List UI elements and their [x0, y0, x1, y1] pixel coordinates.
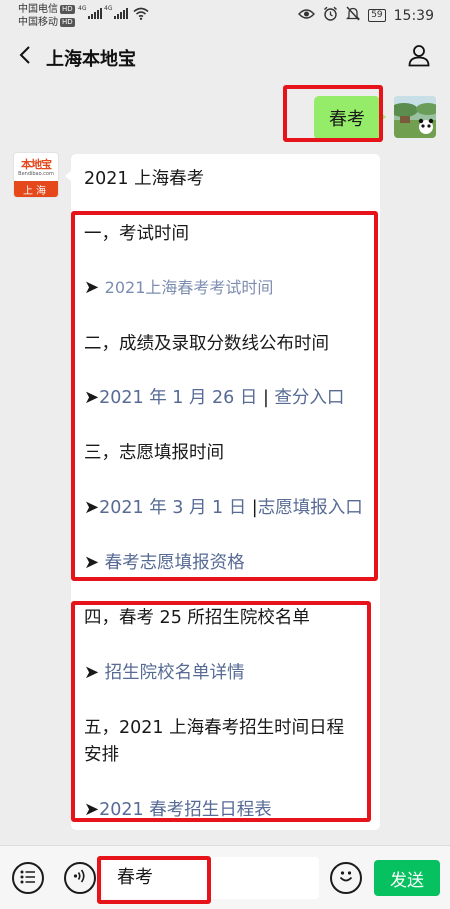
voice-button[interactable]	[64, 862, 96, 894]
link-line-5: ➤ 招生院校名单详情	[84, 661, 245, 685]
emoji-button[interactable]	[330, 862, 362, 894]
voice-icon	[72, 868, 88, 888]
status-bar: 中国电信 HD 中国移动 HD 4G 4G 59 15:39	[0, 0, 450, 34]
arrow-bullet: ➤	[84, 497, 100, 518]
application-entry-link[interactable]: 志愿填报入口	[258, 498, 363, 518]
nav-bar: 上海本地宝	[0, 34, 450, 80]
back-button[interactable]	[10, 42, 40, 72]
bendibao-logo-text: 本地宝	[21, 157, 52, 171]
section-1-title: 一，考试时间	[84, 224, 189, 244]
carrier-1: 中国电信 HD	[18, 4, 75, 15]
section-5-title: 五，2021 上海春考招生时间日程	[84, 718, 345, 738]
link-line-3: ➤2021 年 3 月 1 日 |志愿填报入口	[84, 496, 363, 520]
bendibao-city-label: 上海	[14, 181, 58, 197]
signal-icon-1	[88, 8, 102, 19]
message-heading: 2021 上海春考	[84, 169, 205, 189]
link-line-2: ➤2021 年 1 月 26 日 | 查分入口	[84, 386, 344, 410]
section-5-title-cont: 安排	[84, 745, 119, 765]
page-title: 上海本地宝	[46, 49, 136, 70]
score-query-link[interactable]: 查分入口	[274, 388, 344, 408]
link-line-4: ➤ 春考志愿填报资格	[84, 551, 245, 575]
send-button[interactable]: 发送	[374, 860, 440, 896]
arrow-bullet: ➤	[84, 277, 100, 298]
exam-time-link[interactable]: 2021上海春考考试时间	[105, 278, 274, 297]
application-date-link[interactable]: 2021 年 3 月 1 日	[99, 498, 246, 518]
mute-bell-icon	[346, 6, 361, 25]
person-icon	[407, 43, 431, 71]
link-line-1: ➤ 2021上海春考考试时间	[84, 276, 273, 300]
schedule-link[interactable]: 2021 春考招生日程表	[99, 800, 272, 820]
outgoing-message-bubble[interactable]: 春考	[314, 96, 386, 140]
arrow-bullet: ➤	[84, 387, 100, 408]
smiley-icon	[336, 866, 356, 890]
arrow-bullet: ➤	[84, 662, 100, 683]
list-menu-icon	[20, 869, 36, 888]
school-list-link[interactable]: 招生院校名单详情	[105, 663, 245, 683]
user-avatar[interactable]	[394, 96, 436, 138]
separator: |	[262, 388, 269, 408]
section-4-title: 四，春考 25 所招生院校名单	[84, 608, 310, 628]
network-type-1: 4G	[78, 5, 87, 12]
profile-button[interactable]	[404, 42, 434, 72]
outgoing-message-text: 春考	[329, 109, 365, 130]
bendibao-avatar[interactable]: 本地宝 Bendibao.com 上海	[13, 152, 59, 198]
bendibao-logo-sub: Bendibao.com	[18, 170, 54, 177]
arrow-bullet: ➤	[84, 552, 100, 573]
chevron-left-icon	[19, 45, 31, 69]
section-2-title: 二，成绩及录取分数线公布时间	[84, 334, 329, 354]
input-bar: 春考 发送	[0, 845, 450, 909]
message-input[interactable]: 春考	[103, 857, 319, 899]
application-eligibility-link[interactable]: 春考志愿填报资格	[105, 553, 245, 573]
score-date-link[interactable]: 2021 年 1 月 26 日	[99, 388, 257, 408]
arrow-bullet: ➤	[84, 799, 100, 820]
alarm-icon	[323, 6, 338, 25]
menu-button[interactable]	[12, 862, 44, 894]
wifi-icon	[133, 5, 149, 24]
section-3-title: 三，志愿填报时间	[84, 443, 224, 463]
clock-time: 15:39	[393, 7, 434, 24]
network-type-2: 4G	[104, 5, 113, 12]
link-line-6: ➤2021 春考招生日程表	[84, 798, 272, 822]
signal-icon-2	[114, 8, 128, 19]
carrier-2: 中国移动 HD	[18, 17, 75, 28]
eye-icon	[298, 8, 316, 24]
battery-icon: 59	[368, 9, 386, 22]
